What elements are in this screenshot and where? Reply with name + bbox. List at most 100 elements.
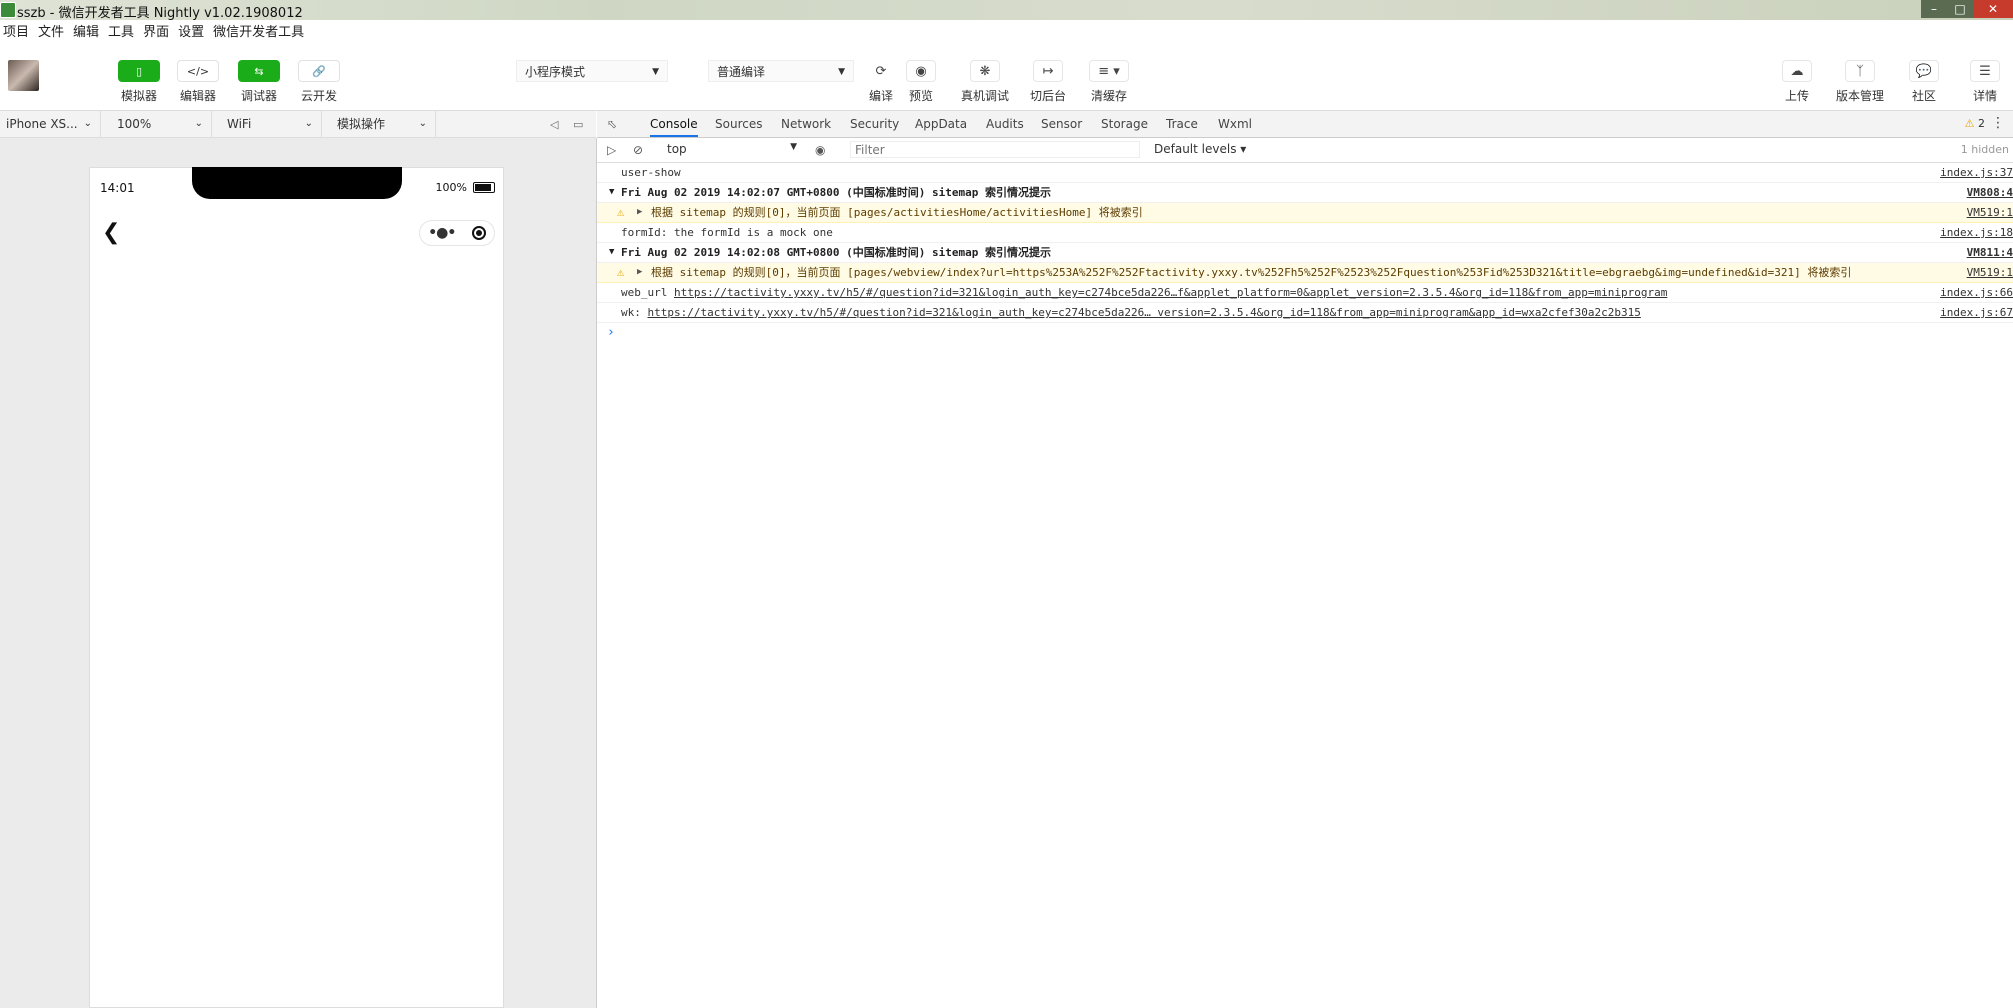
eye-icon[interactable]: ◉	[815, 143, 825, 157]
menu-view[interactable]: 界面	[140, 22, 175, 44]
details-button[interactable]: ☰ 详情	[1957, 60, 2013, 104]
remote-debug-button[interactable]: ❋ 真机调试	[957, 60, 1013, 104]
more-vert-icon[interactable]: ⋮	[1991, 115, 2005, 131]
bug-icon: ❋	[970, 60, 1000, 82]
menu-devtools[interactable]: 微信开发者工具	[210, 22, 310, 44]
device-select[interactable]: iPhone XS... ⌄	[0, 111, 101, 137]
screen-icon[interactable]: ▭	[573, 118, 583, 131]
tab-audits[interactable]: Audits	[986, 111, 1024, 137]
maximize-icon[interactable]: □	[1947, 0, 1973, 18]
tab-console[interactable]: Console	[650, 111, 698, 137]
tab-storage[interactable]: Storage	[1101, 111, 1148, 137]
tab-sources[interactable]: Sources	[715, 111, 762, 137]
preview-button[interactable]: ◉ 预览	[893, 60, 949, 104]
mode-select[interactable]: 小程序模式 ▼	[516, 60, 668, 82]
device-value: iPhone XS...	[6, 117, 78, 131]
clear-console-icon[interactable]: ⊘	[633, 143, 643, 157]
console-prompt[interactable]: ›	[597, 323, 2013, 343]
community-button[interactable]: 💬 社区	[1896, 60, 1952, 104]
action-select[interactable]: 模拟操作 ⌄	[331, 111, 436, 137]
tab-wxml[interactable]: Wxml	[1218, 111, 1252, 137]
debugger-button[interactable]: ⇆ 调试器	[234, 60, 284, 104]
log-message: 根据 sitemap 的规则[0]，当前页面 [pages/activities…	[651, 206, 1143, 219]
phone-screen[interactable]: 14:01 100% ❮ •●•	[89, 167, 504, 1008]
clear-cache-button[interactable]: ≡ ▾ 清缓存	[1081, 60, 1137, 104]
levels-select[interactable]: Default levels ▾	[1154, 142, 1246, 156]
simulator-panel: 14:01 100% ❮ •●•	[0, 138, 597, 1008]
chat-icon: 💬	[1909, 60, 1939, 82]
menu-file[interactable]: 文件	[35, 22, 70, 44]
chevron-down-icon: ⌄	[418, 118, 427, 129]
log-row: web_url https://tactivity.yxxy.tv/h5/#/q…	[597, 283, 2013, 303]
speaker-icon[interactable]: ◁	[550, 118, 558, 131]
url-link[interactable]: https://tactivity.yxxy.tv/h5/#/question?…	[674, 286, 1667, 299]
source-link[interactable]: VM811:4	[1961, 243, 2013, 262]
caret-down-icon: ▼	[652, 67, 659, 77]
simulator-label: 模拟器	[120, 89, 157, 103]
upload-label: 上传	[1784, 89, 1809, 103]
network-select[interactable]: WiFi ⌄	[221, 111, 322, 137]
preview-label: 预览	[908, 89, 933, 103]
avatar[interactable]	[8, 60, 39, 91]
close-miniprogram-icon[interactable]	[471, 226, 486, 240]
source-link[interactable]: VM519:1	[1960, 263, 2013, 282]
expanded-triangle-icon[interactable]: ▼	[609, 183, 614, 202]
menu-edit[interactable]: 编辑	[70, 22, 105, 44]
close-icon[interactable]: ✕	[1973, 0, 2013, 18]
group-row[interactable]: ▼ Fri Aug 02 2019 14:02:07 GMT+0800 (中国标…	[597, 183, 2013, 203]
background-button[interactable]: ↦ 切后台	[1020, 60, 1076, 104]
simulator-button[interactable]: ▯ 模拟器	[114, 60, 164, 104]
expanded-triangle-icon[interactable]: ▼	[609, 243, 614, 262]
minimize-icon[interactable]: –	[1921, 0, 1947, 18]
source-link[interactable]: index.js:18	[1934, 223, 2013, 242]
tab-trace[interactable]: Trace	[1166, 111, 1198, 137]
caret-down-icon: ▾	[1240, 142, 1247, 156]
community-label: 社区	[1911, 89, 1936, 103]
compile-select-value: 普通编译	[717, 65, 766, 79]
more-icon[interactable]: •●•	[428, 225, 456, 241]
source-link[interactable]: index.js:66	[1934, 283, 2013, 302]
group-row[interactable]: ▼ Fri Aug 02 2019 14:02:08 GMT+0800 (中国标…	[597, 243, 2013, 263]
background-label: 切后台	[1029, 89, 1066, 103]
collapsed-triangle-icon[interactable]: ▶	[637, 203, 642, 222]
details-label: 详情	[1972, 89, 1997, 103]
code-icon: </>	[177, 60, 219, 82]
context-select[interactable]: top ▼	[667, 142, 797, 156]
tab-appdata[interactable]: AppData	[915, 111, 967, 137]
inspect-icon[interactable]: ⬁	[607, 117, 617, 131]
hidden-count: 1 hidden	[1960, 143, 2009, 156]
editor-button[interactable]: </> 编辑器	[173, 60, 223, 104]
menu-settings[interactable]: 设置	[175, 22, 210, 44]
tab-security[interactable]: Security	[850, 111, 899, 137]
upload-button[interactable]: ☁ 上传	[1769, 60, 1825, 104]
collapsed-triangle-icon[interactable]: ▶	[637, 263, 642, 282]
filter-input[interactable]	[850, 141, 1140, 158]
compile-select[interactable]: 普通编译 ▼	[708, 60, 854, 82]
cloud-button[interactable]: 🔗 云开发	[294, 60, 344, 104]
chevron-down-icon: ⌄	[83, 118, 92, 129]
source-link[interactable]: index.js:67	[1934, 303, 2013, 322]
url-link[interactable]: https://tactivity.yxxy.tv/h5/#/question?…	[648, 306, 1641, 319]
prompt-chevron-icon: ›	[607, 325, 615, 340]
simulator-toolbar: iPhone XS... ⌄ 100% ⌄ WiFi ⌄ 模拟操作 ⌄ ◁ ▭	[0, 111, 596, 138]
version-button[interactable]: ᛉ 版本管理	[1832, 60, 1888, 104]
console-output: user-show index.js:37 ▼ Fri Aug 02 2019 …	[597, 163, 2013, 343]
clear-cache-label: 清缓存	[1090, 89, 1127, 103]
tab-network[interactable]: Network	[781, 111, 831, 137]
zoom-select[interactable]: 100% ⌄	[111, 111, 212, 137]
back-arrow-icon[interactable]: ❮	[102, 220, 120, 245]
menu-project[interactable]: 项目	[0, 22, 35, 44]
mode-select-value: 小程序模式	[525, 65, 586, 79]
link-icon: 🔗	[298, 60, 340, 82]
source-link[interactable]: index.js:37	[1934, 163, 2013, 182]
sidebar-toggle-icon[interactable]: ▷	[607, 143, 616, 157]
warning-count[interactable]: ⚠ 2	[1965, 117, 1985, 130]
remote-debug-label: 真机调试	[960, 89, 1009, 103]
source-link[interactable]: VM808:4	[1961, 183, 2013, 202]
source-link[interactable]: VM519:1	[1960, 203, 2013, 222]
menu-icon: ☰	[1970, 60, 2000, 82]
cloud-upload-icon: ☁	[1782, 60, 1812, 82]
battery-percent: 100%	[435, 181, 467, 194]
menu-tools[interactable]: 工具	[105, 22, 140, 44]
tab-sensor[interactable]: Sensor	[1041, 111, 1082, 137]
